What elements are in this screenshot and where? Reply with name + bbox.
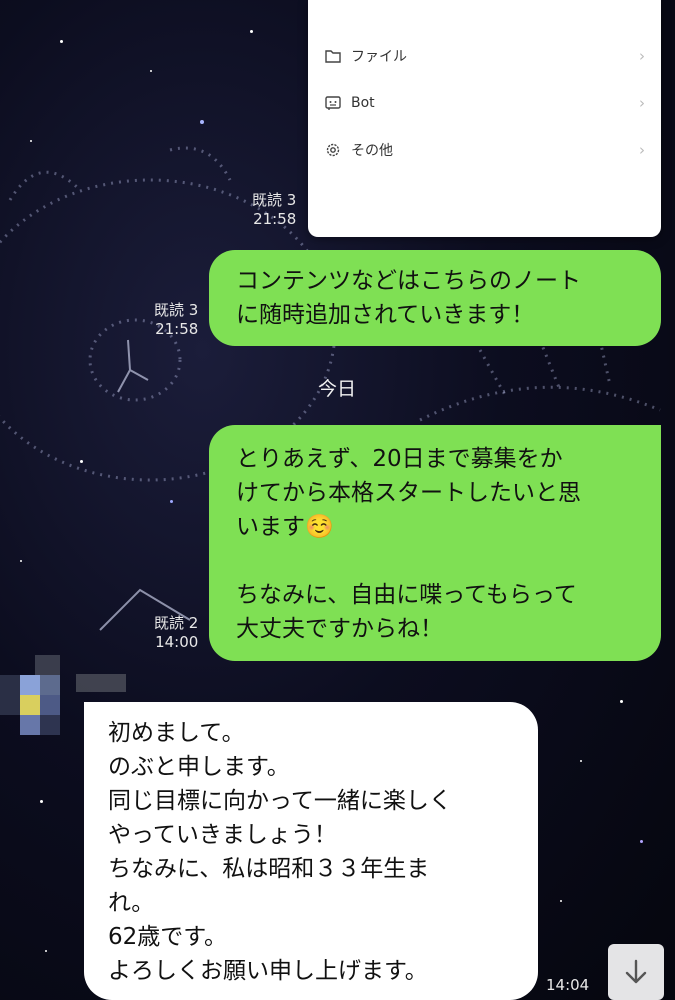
menu-item-label: ファイル bbox=[351, 49, 407, 65]
read-count: 既読 3 bbox=[252, 191, 297, 209]
read-count: 既読 2 bbox=[154, 614, 199, 632]
menu-item-label: Bot bbox=[351, 95, 375, 111]
message-text-line: のぶと申します。 bbox=[108, 754, 290, 780]
message-text-line: とりあえず、20日まで募集をか bbox=[236, 446, 563, 472]
message-text-line: けてから本格スタートしたいと思 bbox=[236, 480, 581, 506]
read-receipt: 既読 3 21:58 bbox=[252, 191, 296, 229]
menu-item-label: その他 bbox=[351, 143, 393, 159]
attachment-menu-card: ファイル › Bot › その他 › bbox=[308, 0, 661, 237]
my-message-bubble[interactable]: コンテンツなどはこちらのノート に随時追加されていきます！ bbox=[209, 250, 661, 346]
menu-item-bot[interactable]: Bot › bbox=[308, 80, 661, 126]
menu-item-file[interactable]: ファイル › bbox=[308, 33, 661, 79]
message-time: 14:04 bbox=[546, 976, 590, 994]
menu-item-other[interactable]: その他 › bbox=[308, 127, 661, 173]
chevron-right-icon: › bbox=[639, 47, 645, 65]
avatar[interactable] bbox=[0, 650, 70, 740]
message-text-line: コンテンツなどはこちらのノート bbox=[236, 268, 581, 294]
message-time: 21:58 bbox=[253, 210, 297, 228]
read-count: 既読 3 bbox=[154, 301, 199, 319]
chevron-right-icon: › bbox=[639, 141, 645, 159]
read-receipt: 既読 2 14:00 bbox=[154, 614, 198, 652]
message-text-line: 同じ目標に向かって一緒に楽しく bbox=[108, 788, 452, 814]
scroll-to-bottom-button[interactable] bbox=[608, 944, 664, 1000]
arrow-down-icon bbox=[625, 959, 647, 984]
message-text-line: よろしくお願い申し上げます。 bbox=[108, 958, 428, 984]
message-text-line: 大丈夫ですからね！ bbox=[236, 616, 443, 642]
message-text-line: ちなみに、私は昭和３３年生ま bbox=[108, 856, 430, 882]
bot-icon bbox=[325, 96, 341, 110]
gear-icon bbox=[326, 143, 340, 157]
folder-icon bbox=[325, 50, 341, 63]
message-time: 14:00 bbox=[155, 633, 199, 651]
sender-name bbox=[76, 674, 126, 692]
message-text-line: れ。 bbox=[108, 890, 155, 916]
message-text-line: 62歳です。 bbox=[108, 924, 227, 950]
message-time: 21:58 bbox=[155, 320, 199, 338]
date-separator: 今日 bbox=[318, 378, 357, 400]
message-text-line: に随時追加されていきます！ bbox=[236, 302, 535, 328]
message-text-line bbox=[236, 544, 661, 578]
read-receipt: 既読 3 21:58 bbox=[154, 301, 198, 339]
my-message-bubble[interactable]: とりあえず、20日まで募集をか けてから本格スタートしたいと思 います☺️ ちな… bbox=[209, 425, 661, 661]
chevron-right-icon: › bbox=[639, 94, 645, 112]
message-text-line: 初めまして。 bbox=[108, 720, 245, 746]
message-text-line: います☺️ bbox=[236, 514, 334, 540]
their-message-bubble[interactable]: 初めまして。 のぶと申します。 同じ目標に向かって一緒に楽しく やっていきましょ… bbox=[84, 702, 538, 1000]
message-text-line: やっていきましょう！ bbox=[108, 822, 337, 848]
message-text-line: ちなみに、自由に喋ってもらって bbox=[236, 582, 577, 608]
